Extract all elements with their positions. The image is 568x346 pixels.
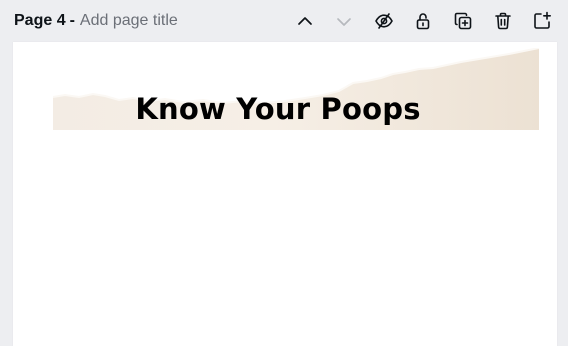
- hide-page-button[interactable]: [373, 10, 395, 32]
- unlock-icon: [416, 13, 430, 30]
- canvas-heading[interactable]: Know Your Poops: [13, 92, 543, 126]
- delete-page-button[interactable]: [492, 10, 514, 32]
- eye-hide-icon: [375, 13, 393, 29]
- lock-page-button[interactable]: [412, 10, 434, 32]
- add-page-icon: [534, 11, 551, 29]
- move-page-down-button[interactable]: [333, 10, 355, 32]
- duplicate-page-icon: [454, 12, 472, 30]
- trash-icon: [495, 12, 511, 30]
- page-label: Page 4 - Add page title: [14, 12, 178, 30]
- duplicate-page-button[interactable]: [452, 10, 474, 32]
- page-label-separator: -: [69, 12, 75, 29]
- chevron-up-icon: [298, 17, 312, 25]
- add-page-button[interactable]: [531, 10, 553, 32]
- page-toolbar: Page 4 - Add page title: [0, 0, 568, 42]
- page-number: Page 4: [14, 12, 66, 29]
- chevron-down-icon: [337, 18, 351, 26]
- page-title-input[interactable]: Add page title: [80, 12, 178, 30]
- move-page-up-button[interactable]: [294, 10, 316, 32]
- design-canvas[interactable]: Know Your Poops: [13, 42, 557, 346]
